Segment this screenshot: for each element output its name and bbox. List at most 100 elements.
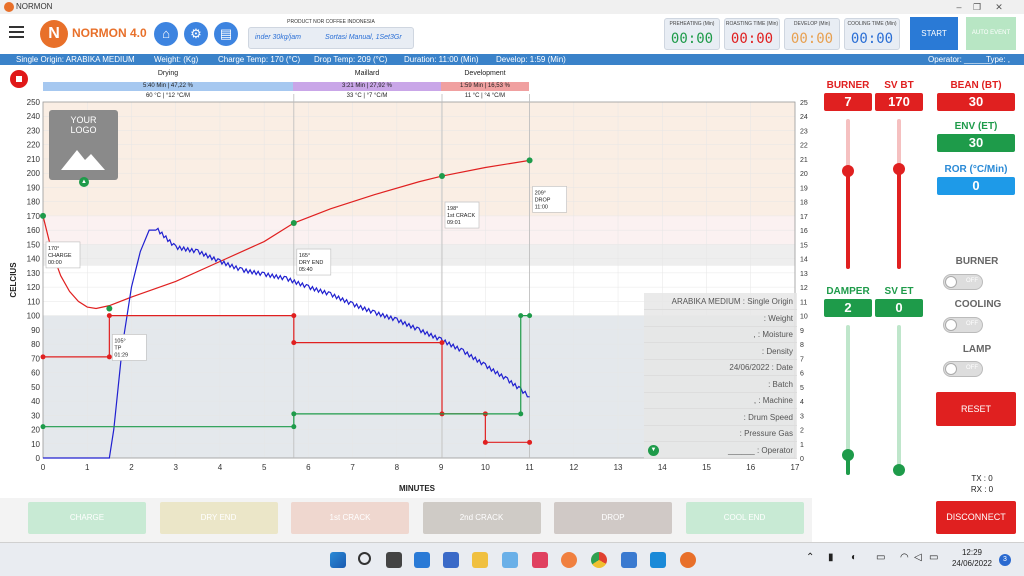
damper-label: DAMPER (826, 286, 870, 297)
x-tick-label: 3 (173, 463, 178, 472)
info-weight: Weight: (Kg) (154, 55, 199, 64)
file-explorer-icon[interactable] (472, 552, 488, 568)
x-tick-label: 1 (85, 463, 90, 472)
step-point (518, 313, 524, 319)
event-label-text: 1st CRACK (447, 213, 475, 219)
chevron-up-icon[interactable]: ▲ (79, 177, 89, 187)
restore-icon[interactable]: ❐ (970, 1, 984, 13)
event-button-2[interactable]: 1st CRACK (291, 502, 409, 534)
hamburger-menu-icon[interactable] (9, 26, 24, 39)
app-blue-icon[interactable] (621, 552, 637, 568)
chrome-icon[interactable] (591, 552, 607, 568)
lamp-toggle[interactable]: OFF (943, 361, 983, 377)
timer-box-3: COOLING TIME (Min) 00:00 (844, 18, 900, 50)
x-tick-label: 2 (129, 463, 134, 472)
y-tick-label: 190 (27, 183, 41, 192)
x-tick-label: 8 (395, 463, 400, 472)
tray-chevron-icon[interactable]: ⌃ (806, 552, 814, 563)
close-icon[interactable]: ✕ (992, 1, 1006, 13)
timer-label: COOLING TIME (Min) (847, 21, 897, 27)
y2-tick-label: 19 (800, 185, 808, 192)
y-tick-label: 40 (31, 397, 40, 406)
app-tray-icon[interactable]: ◐ (851, 552, 857, 563)
vscode-icon[interactable] (650, 552, 666, 568)
snipping-tool-icon[interactable] (532, 552, 548, 568)
auto-event-button[interactable]: AUTO EVENT (966, 17, 1016, 50)
sv-et-slider-handle[interactable] (893, 464, 905, 476)
clock-date[interactable]: 24/06/2022 (950, 559, 994, 568)
damper-slider-handle[interactable] (842, 449, 854, 461)
event-button-1[interactable]: DRY END (159, 502, 278, 534)
timer-value: 00:00 (790, 31, 834, 47)
y2-tick-label: 22 (800, 143, 808, 150)
sv-et-slider-track[interactable] (897, 325, 901, 475)
event-button-3[interactable]: 2nd CRACK (422, 502, 541, 534)
event-point (439, 173, 446, 180)
widgets-icon[interactable] (414, 552, 430, 568)
step-point (482, 439, 488, 445)
window-title: NORMON (16, 2, 53, 11)
event-button-4[interactable]: DROP (554, 502, 672, 534)
keyboard-icon[interactable]: ▭ (876, 552, 885, 563)
info-panel-row: 24/06/2022 : Date (644, 359, 797, 376)
y-tick-label: 80 (31, 340, 40, 349)
notification-badge[interactable]: 3 (999, 554, 1011, 566)
disconnect-button[interactable]: DISCONNECT (936, 501, 1016, 534)
search-icon[interactable] (358, 552, 371, 565)
cooling-toggle[interactable]: OFF (943, 317, 983, 333)
event-label-text: DROP (535, 197, 551, 203)
x-tick-label: 5 (262, 463, 267, 472)
chevron-down-icon[interactable]: ▼ (648, 445, 659, 456)
info-panel-key: : Moisture (757, 330, 793, 339)
notepad-icon[interactable] (502, 552, 518, 568)
event-label-text: 11:00 (535, 204, 548, 210)
y-tick-label: 200 (27, 169, 41, 178)
windows-start-icon[interactable] (330, 552, 346, 568)
info-duration: Duration: 11:00 (Min) (404, 55, 479, 64)
event-button-5[interactable]: COOL END (685, 502, 804, 534)
event-label-text: 105° (114, 338, 125, 344)
timer-value: 00:00 (850, 31, 894, 47)
start-button[interactable]: START (910, 17, 958, 50)
battery-icon[interactable]: ▭ (929, 552, 938, 563)
brand-title: NORMON 4.0 (72, 26, 147, 40)
wifi-icon[interactable]: ◠ (900, 552, 909, 563)
reset-button[interactable]: RESET (936, 392, 1016, 426)
store-icon[interactable] (443, 552, 459, 568)
event-button-0[interactable]: CHARGE (28, 502, 146, 534)
gear-icon[interactable]: ⚙ (184, 22, 208, 46)
x-tick-label: 9 (439, 463, 444, 472)
minimize-icon[interactable]: – (952, 1, 966, 13)
tx-counter: TX : 0 (971, 474, 993, 483)
bean-bt-label: BEAN (BT) (950, 80, 1002, 91)
env-et-value: 30 (937, 134, 1015, 152)
sv-bt-slider-handle[interactable] (893, 163, 905, 175)
home-icon[interactable]: ⌂ (154, 22, 178, 46)
burner-value: 7 (824, 93, 872, 111)
timer-box-2: DEVELOP (Min) 00:00 (784, 18, 840, 50)
x-tick-label: 6 (306, 463, 311, 472)
step-point (291, 313, 297, 319)
burner-slider-handle[interactable] (842, 165, 854, 177)
y-tick-label: 20 (31, 426, 40, 435)
y2-tick-label: 17 (800, 214, 808, 221)
app-orange-icon[interactable] (561, 552, 577, 568)
info-panel-row: : Batch (644, 376, 797, 393)
info-origin: Single Origin: ARABIKA MEDIUM (16, 55, 135, 64)
normon-taskbar-icon[interactable] (680, 552, 696, 568)
info-panel-key: : Weight (763, 313, 793, 323)
product-capacity: inder 30kg/jam (255, 34, 301, 41)
step-point (527, 313, 533, 319)
burner-toggle[interactable]: OFF (943, 274, 983, 290)
timer-label: DEVELOP (Min) (793, 21, 831, 27)
speaker-icon[interactable]: ◁ (914, 552, 922, 563)
document-icon[interactable]: ▤ (214, 22, 238, 46)
y2-tick-label: 0 (800, 456, 804, 463)
clock-time[interactable]: 12:29 (950, 548, 994, 557)
task-view-icon[interactable] (386, 552, 402, 568)
y-tick-label: 150 (27, 240, 41, 249)
y-tick-label: 30 (31, 411, 40, 420)
info-panel-row: : Drum Speed (644, 409, 797, 426)
usb-icon[interactable]: ▮ (828, 552, 834, 563)
x-tick-label: 15 (702, 463, 711, 472)
